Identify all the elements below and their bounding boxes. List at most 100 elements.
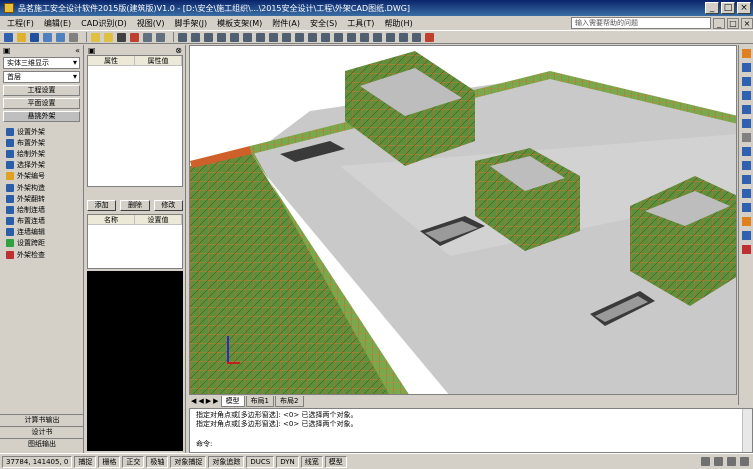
close-button[interactable]: ×	[737, 2, 751, 14]
modify-button[interactable]: 修改	[153, 200, 183, 211]
calc-output-button[interactable]: 计算书输出	[0, 414, 84, 426]
list-item[interactable]: 连墙编辑	[0, 227, 83, 238]
explode-icon[interactable]	[360, 32, 369, 42]
open-icon[interactable]	[17, 32, 26, 42]
list-item[interactable]: 设置外架	[0, 126, 83, 137]
mirror-icon[interactable]	[282, 32, 291, 42]
pan-icon[interactable]	[399, 32, 408, 42]
properties-grid[interactable]: 属性 属性值	[87, 55, 183, 187]
ducs-toggle[interactable]: DUCS	[246, 455, 275, 468]
menu-view[interactable]: 视图(V)	[132, 18, 170, 29]
floor-select[interactable]: 首层	[3, 71, 80, 83]
ortho-toggle[interactable]: 正交	[122, 455, 145, 468]
list-item[interactable]: 绘制连墙	[0, 204, 83, 215]
menu-cad[interactable]: CAD识别(D)	[76, 18, 132, 29]
menu-scaffold[interactable]: 脚手架(J)	[169, 18, 212, 29]
section-cantilever-scaffold[interactable]: 悬挑外架	[3, 111, 80, 122]
help-search-input[interactable]: 输入需要帮助的问题	[571, 17, 711, 29]
settings-icon[interactable]	[727, 457, 736, 466]
mdi-close-button[interactable]: ×	[741, 17, 753, 29]
view-right-icon[interactable]	[741, 91, 751, 100]
pencil-icon[interactable]	[191, 32, 200, 42]
model-toggle[interactable]: 模型	[324, 455, 347, 468]
align-left-icon[interactable]	[741, 147, 751, 156]
rotate-icon[interactable]	[269, 32, 278, 42]
view-mode-select[interactable]: 实体三维显示	[3, 57, 80, 69]
tab-next-icon[interactable]: ▶	[206, 397, 211, 405]
clean-screen-icon[interactable]	[740, 457, 749, 466]
highlight-icon[interactable]	[741, 217, 751, 226]
zoom-icon[interactable]	[386, 32, 395, 42]
move-icon[interactable]	[243, 32, 252, 42]
otrack-toggle[interactable]: 对象追踪	[208, 455, 245, 468]
zoom-extents-icon[interactable]	[741, 231, 751, 240]
minimize-button[interactable]: _	[705, 2, 719, 14]
extend-icon[interactable]	[321, 32, 330, 42]
add-button[interactable]: 添加	[87, 200, 117, 211]
layers-icon[interactable]	[741, 203, 751, 212]
close-view-icon[interactable]	[741, 245, 751, 254]
polar-toggle[interactable]: 极轴	[146, 455, 169, 468]
lineweight-toggle[interactable]: 线宽	[300, 455, 323, 468]
line-icon[interactable]	[204, 32, 213, 42]
linetype-icon[interactable]	[143, 32, 152, 42]
mdi-minimize-button[interactable]: _	[713, 17, 725, 29]
view-iso-icon[interactable]	[741, 105, 751, 114]
snap-toggle[interactable]: 捕捉	[74, 455, 97, 468]
list-item[interactable]: 绘制外架	[0, 148, 83, 159]
bulb-icon[interactable]	[91, 32, 100, 42]
fillet-icon[interactable]	[347, 32, 356, 42]
pin-icon[interactable]: ▣	[88, 46, 96, 55]
back-icon[interactable]	[43, 32, 52, 42]
distribute-icon[interactable]	[741, 189, 751, 198]
tab-layout2[interactable]: 布局2	[275, 395, 304, 407]
command-scrollbar[interactable]	[742, 409, 752, 452]
print-icon[interactable]	[69, 32, 78, 42]
tab-model[interactable]: 模型	[220, 395, 245, 407]
list-item[interactable]: 布置连墙	[0, 216, 83, 227]
menu-help[interactable]: 帮助(H)	[379, 18, 417, 29]
list-item[interactable]: 外架翻转	[0, 193, 83, 204]
maximize-button[interactable]: □	[721, 2, 735, 14]
hand-icon[interactable]	[741, 119, 751, 128]
copy-icon[interactable]	[256, 32, 265, 42]
menu-tools[interactable]: 工具(T)	[342, 18, 379, 29]
list-item[interactable]: 布置外架	[0, 137, 83, 148]
tab-last-icon[interactable]: ▶	[213, 397, 218, 405]
pin-icon[interactable]: ▣	[3, 46, 11, 55]
dyn-toggle[interactable]: DYN	[276, 455, 299, 468]
rect-icon[interactable]	[217, 32, 226, 42]
list-item[interactable]: 外架编号	[0, 171, 83, 182]
tab-first-icon[interactable]: ◀	[191, 397, 196, 405]
properties-icon[interactable]	[156, 32, 165, 42]
command-window[interactable]: 指定对角点或[多边形窗选]: <0> 已选择两个对象。 指定对角点或[多边形窗选…	[189, 408, 753, 453]
new-icon[interactable]	[4, 32, 13, 42]
command-prompt[interactable]: 命令:	[196, 439, 212, 449]
list-item[interactable]: 外架构造	[0, 182, 83, 193]
settings-grid[interactable]: 名称 设置值	[87, 214, 183, 269]
delete-button[interactable]: 删除	[120, 200, 150, 211]
align-right-icon[interactable]	[741, 175, 751, 184]
arc-icon[interactable]	[230, 32, 239, 42]
trim-icon[interactable]	[308, 32, 317, 42]
view-top-icon[interactable]	[741, 49, 751, 58]
lock-icon[interactable]	[701, 457, 710, 466]
break-icon[interactable]	[334, 32, 343, 42]
mdi-restore-button[interactable]: □	[727, 17, 739, 29]
view-front-icon[interactable]	[741, 63, 751, 72]
erase-icon[interactable]	[373, 32, 382, 42]
tab-prev-icon[interactable]: ◀	[198, 397, 203, 405]
panel-close-icon[interactable]: «	[75, 46, 80, 55]
menu-attachment[interactable]: 附件(A)	[267, 18, 305, 29]
bulb2-icon[interactable]	[104, 32, 113, 42]
menu-file[interactable]: 工程(F)	[2, 18, 39, 29]
view-left-icon[interactable]	[741, 77, 751, 86]
design-doc-button[interactable]: 设计书	[0, 426, 84, 438]
monitor-icon[interactable]	[714, 457, 723, 466]
model-viewport[interactable]	[189, 45, 737, 395]
menu-safety[interactable]: 安全(S)	[305, 18, 342, 29]
section-plan-settings[interactable]: 平面设置	[3, 98, 80, 109]
list-item[interactable]: 外架检查	[0, 249, 83, 260]
osnap-toggle[interactable]: 对象捕捉	[170, 455, 207, 468]
grid-toggle[interactable]: 栅格	[98, 455, 121, 468]
